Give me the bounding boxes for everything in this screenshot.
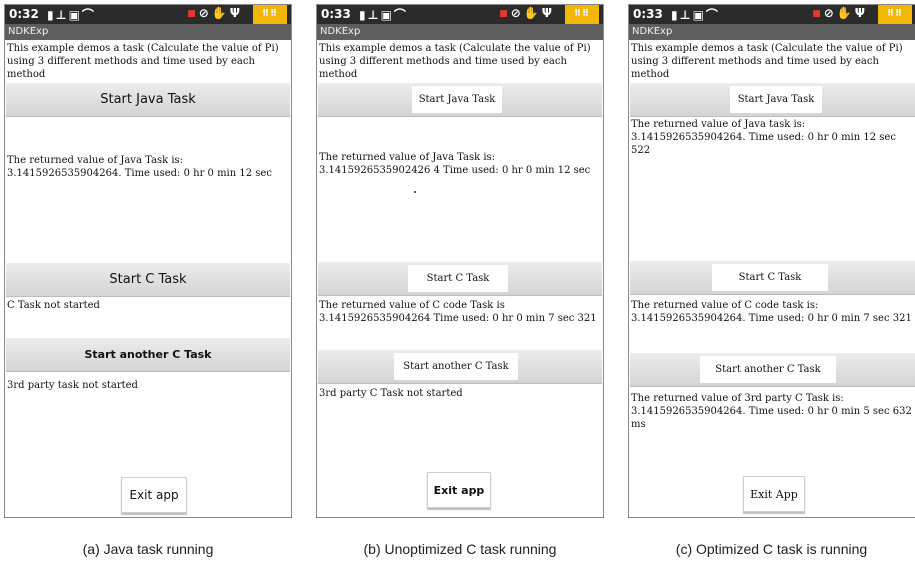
- button-label: Start Java Task: [730, 86, 822, 113]
- alert-icon: ■: [499, 9, 511, 19]
- start-another-c-task-button[interactable]: Start another C Task: [6, 338, 290, 372]
- sim-icon: ▮: [359, 8, 368, 22]
- notification-icons: ▮⊥▣⌒: [47, 6, 96, 23]
- button-label: Start Java Task: [412, 86, 502, 113]
- hand-icon: ✋: [836, 6, 855, 20]
- shield-icon: ⊘: [823, 6, 837, 20]
- status-bar: 0:32 ▮⊥▣⌒ ■⊘✋Ψ ⠿⠿: [5, 5, 291, 24]
- system-icons: ■⊘✋Ψ: [812, 6, 868, 20]
- another-c-task-result: 3rd party task not started: [7, 380, 138, 391]
- wifi-icon: ⌒: [705, 8, 720, 22]
- phone-screen-optimized-c-task: 0:33 ▮⊥▣⌒ ■⊘✋Ψ ⠿⠿ NDKExp This example de…: [628, 4, 915, 518]
- description-text: This example demos a task (Calculate the…: [631, 43, 903, 80]
- button-label: Start C Task: [408, 265, 508, 292]
- alert-icon: ■: [812, 9, 824, 19]
- usb-icon: Ψ: [541, 6, 555, 20]
- java-task-result: The returned value of Java task is: 3.14…: [631, 119, 896, 156]
- another-c-task-result: 3rd party C Task not started: [319, 388, 463, 399]
- java-task-result: The returned value of Java Task is: 3.14…: [319, 152, 591, 176]
- start-java-task-button[interactable]: Start Java Task: [6, 83, 290, 117]
- clock: 0:32: [9, 7, 39, 21]
- sim-icon: ▮: [47, 8, 56, 22]
- shield-icon: ⊘: [198, 6, 212, 20]
- photo-icon: ▣: [380, 8, 394, 22]
- start-another-c-task-button[interactable]: Start another C Task: [318, 350, 602, 384]
- alert-icon: ■: [187, 9, 199, 19]
- start-c-task-button[interactable]: Start C Task: [318, 262, 602, 296]
- description-text: This example demos a task (Calculate the…: [7, 43, 279, 80]
- caption-java-task: (a) Java task running: [82, 541, 214, 557]
- button-label: Start Java Task: [100, 92, 196, 107]
- caption-unoptimized-c-task: (b) Unoptimized C task running: [363, 541, 557, 557]
- photo-icon: ▣: [692, 8, 706, 22]
- app-title-bar: NDKExp: [5, 24, 291, 40]
- phone-screen-unoptimized-c-task: 0:33 ▮⊥▣⌒ ■⊘✋Ψ ⠿⠿ NDKExp This example de…: [316, 4, 604, 518]
- sim-icon: ▮: [671, 8, 680, 22]
- app-grid-icon[interactable]: ⠿⠿: [565, 5, 599, 24]
- hand-icon: ✋: [211, 6, 230, 20]
- signal-icon: ⊥: [55, 8, 69, 22]
- photo-icon: ▣: [68, 8, 82, 22]
- exit-app-button[interactable]: Exit App: [743, 476, 805, 512]
- notification-icons: ▮⊥▣⌒: [359, 6, 408, 23]
- usb-icon: Ψ: [229, 6, 243, 20]
- java-task-result: The returned value of Java Task is: 3.14…: [7, 155, 272, 179]
- clock: 0:33: [633, 7, 663, 21]
- system-icons: ■⊘✋Ψ: [499, 6, 555, 20]
- progress-dot: [414, 191, 416, 193]
- button-label: Start C Task: [109, 272, 187, 287]
- hand-icon: ✋: [523, 6, 542, 20]
- exit-app-button[interactable]: Exit app: [121, 477, 187, 513]
- start-c-task-button[interactable]: Start C Task: [630, 261, 915, 295]
- button-label: Start another C Task: [700, 356, 836, 383]
- button-label: Start C Task: [712, 264, 828, 291]
- c-task-result: C Task not started: [7, 300, 100, 311]
- status-bar: 0:33 ▮⊥▣⌒ ■⊘✋Ψ ⠿⠿: [317, 5, 603, 24]
- usb-icon: Ψ: [854, 6, 868, 20]
- app-title-bar: NDKExp: [629, 24, 915, 40]
- wifi-icon: ⌒: [81, 8, 96, 22]
- notification-icons: ▮⊥▣⌒: [671, 6, 720, 23]
- button-label: Start another C Task: [84, 348, 212, 361]
- c-task-result: The returned value of C code task is: 3.…: [631, 300, 912, 324]
- status-bar: 0:33 ▮⊥▣⌒ ■⊘✋Ψ ⠿⠿: [629, 5, 915, 24]
- app-grid-icon[interactable]: ⠿⠿: [253, 5, 287, 24]
- exit-app-button[interactable]: Exit app: [427, 472, 491, 508]
- description-text: This example demos a task (Calculate the…: [319, 43, 591, 80]
- system-icons: ■⊘✋Ψ: [187, 6, 243, 20]
- phone-screen-java-task: 0:32 ▮⊥▣⌒ ■⊘✋Ψ ⠿⠿ NDKExp This example de…: [4, 4, 292, 518]
- app-grid-icon[interactable]: ⠿⠿: [878, 5, 912, 24]
- start-c-task-button[interactable]: Start C Task: [6, 263, 290, 297]
- caption-optimized-c-task: (c) Optimized C task is running: [675, 541, 868, 557]
- shield-icon: ⊘: [510, 6, 524, 20]
- c-task-result: The returned value of C code Task is 3.1…: [319, 300, 597, 324]
- wifi-icon: ⌒: [393, 8, 408, 22]
- start-java-task-button[interactable]: Start Java Task: [318, 83, 602, 117]
- button-label: Start another C Task: [394, 353, 518, 380]
- start-java-task-button[interactable]: Start Java Task: [630, 83, 915, 117]
- clock: 0:33: [321, 7, 351, 21]
- signal-icon: ⊥: [679, 8, 693, 22]
- another-c-task-result: The returned value of 3rd party C Task i…: [631, 393, 912, 430]
- start-another-c-task-button[interactable]: Start another C Task: [630, 353, 915, 387]
- signal-icon: ⊥: [367, 8, 381, 22]
- app-title-bar: NDKExp: [317, 24, 603, 40]
